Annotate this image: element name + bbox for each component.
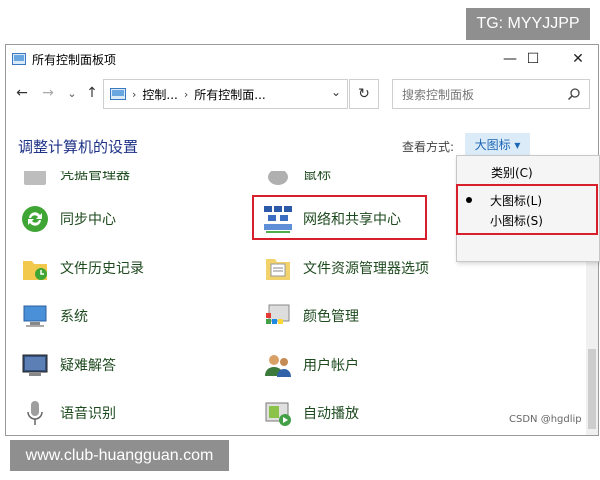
csdn-credit: CSDN @hgdlip (509, 414, 582, 425)
folder-options-icon (261, 251, 295, 285)
search-icon (567, 86, 581, 105)
breadcrumb-item[interactable]: 所有控制面... (194, 86, 265, 103)
view-by-dropdown[interactable]: 大图标 ▾ (465, 133, 530, 155)
list-item[interactable]: 鼠标 (261, 171, 331, 191)
list-item[interactable]: 自动播放 (261, 396, 359, 430)
title-bar: 所有控制面板项 — ☐ ✕ (6, 45, 598, 73)
up-button[interactable]: ↑ (82, 82, 102, 104)
list-item[interactable]: 同步中心 (18, 202, 116, 236)
user-accounts-icon (261, 348, 295, 382)
breadcrumb-item[interactable]: 控制... (142, 86, 177, 103)
list-item[interactable]: 用户帐户 (261, 348, 359, 382)
back-button[interactable]: ← (12, 82, 32, 104)
troubleshoot-icon (18, 348, 52, 382)
control-panel-icon (110, 88, 126, 100)
credential-icon (18, 171, 52, 191)
forward-button[interactable]: → (38, 82, 58, 104)
close-button[interactable]: ✕ (558, 45, 598, 73)
chevron-right-icon: › (132, 87, 137, 101)
autoplay-icon (261, 396, 295, 430)
menu-item-category[interactable]: 类别(C) (491, 164, 533, 181)
list-item[interactable]: 疑难解答 (18, 348, 116, 382)
list-item[interactable]: 文件历史记录 (18, 251, 144, 285)
recent-locations-button[interactable]: ⌄ (62, 82, 82, 104)
highlight-box (252, 195, 427, 240)
view-by-label: 查看方式: (402, 140, 455, 154)
page-title: 调整计算机的设置 (18, 138, 139, 156)
window-title: 所有控制面板项 (32, 52, 117, 67)
maximize-button[interactable]: ☐ (513, 45, 553, 73)
list-item[interactable]: 颜色管理 (261, 299, 359, 333)
file-history-icon (18, 251, 52, 285)
control-panel-icon (12, 53, 26, 65)
list-item[interactable]: 语音识别 (18, 396, 116, 430)
color-management-icon (261, 299, 295, 333)
chevron-right-icon: › (183, 87, 189, 101)
chevron-down-icon[interactable]: ⌄ (331, 85, 341, 99)
navigation-bar: ← → ⌄ ↑ › 控制... › 所有控制面... ⌄ ↻ 搜索控制面板 (6, 78, 598, 110)
address-bar[interactable]: › 控制... › 所有控制面... ⌄ (103, 79, 348, 109)
highlight-box (456, 184, 598, 235)
refresh-button[interactable]: ↻ (349, 79, 379, 109)
list-item[interactable]: 文件资源管理器选项 (261, 251, 429, 285)
search-input[interactable]: 搜索控制面板 (392, 79, 590, 109)
microphone-icon (18, 396, 52, 430)
search-placeholder: 搜索控制面板 (402, 87, 475, 102)
mouse-icon (261, 171, 295, 191)
watermark-bottom: www.club-huangguan.com (10, 440, 229, 471)
sync-icon (18, 202, 52, 236)
list-item[interactable]: 系统 (18, 299, 88, 333)
scrollbar-thumb[interactable] (588, 349, 596, 429)
watermark-top: TG: MYYJJPP (466, 8, 590, 40)
system-icon (18, 299, 52, 333)
list-item[interactable]: 凭据管理器 (18, 171, 130, 191)
